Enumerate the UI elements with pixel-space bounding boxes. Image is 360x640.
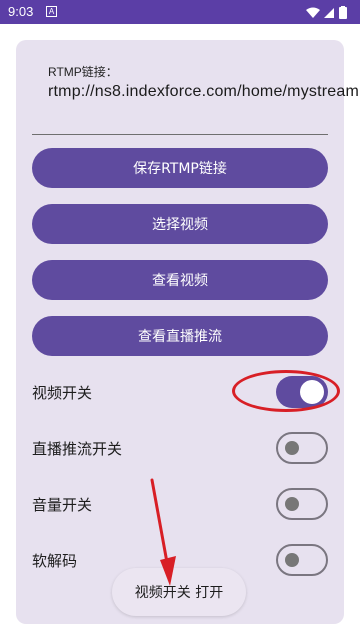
input-underline [32, 134, 328, 135]
stream-switch[interactable] [276, 432, 328, 464]
status-icons [304, 5, 352, 24]
highlight-annotation [232, 370, 340, 412]
switch-knob [285, 497, 299, 511]
save-rtmp-button[interactable]: 保存RTMP链接 [32, 148, 328, 188]
stream-switch-label: 直播推流开关 [32, 440, 123, 458]
view-stream-button[interactable]: 查看直播推流 [32, 316, 328, 356]
switch-knob [285, 553, 299, 567]
switch-knob [285, 441, 299, 455]
toast-message: 视频开关 打开 [112, 568, 246, 616]
status-time: 9:03 [8, 4, 34, 19]
status-bar: 9:03 A [0, 0, 360, 24]
wifi-signal-battery-icon [306, 6, 347, 19]
view-video-button[interactable]: 查看视频 [32, 260, 328, 300]
rtmp-url-input[interactable]: rtmp://ns8.indexforce.com/home/mystream [48, 80, 359, 104]
volume-switch[interactable] [276, 488, 328, 520]
video-switch-label: 视频开关 [32, 384, 93, 402]
volume-switch-label: 音量开关 [32, 496, 93, 514]
soft-decode-switch[interactable] [276, 544, 328, 576]
select-video-button[interactable]: 选择视频 [32, 204, 328, 244]
rtmp-label: RTMP链接： [48, 65, 118, 79]
notification-icon: A [46, 6, 57, 17]
soft-decode-switch-label: 软解码 [32, 552, 78, 570]
